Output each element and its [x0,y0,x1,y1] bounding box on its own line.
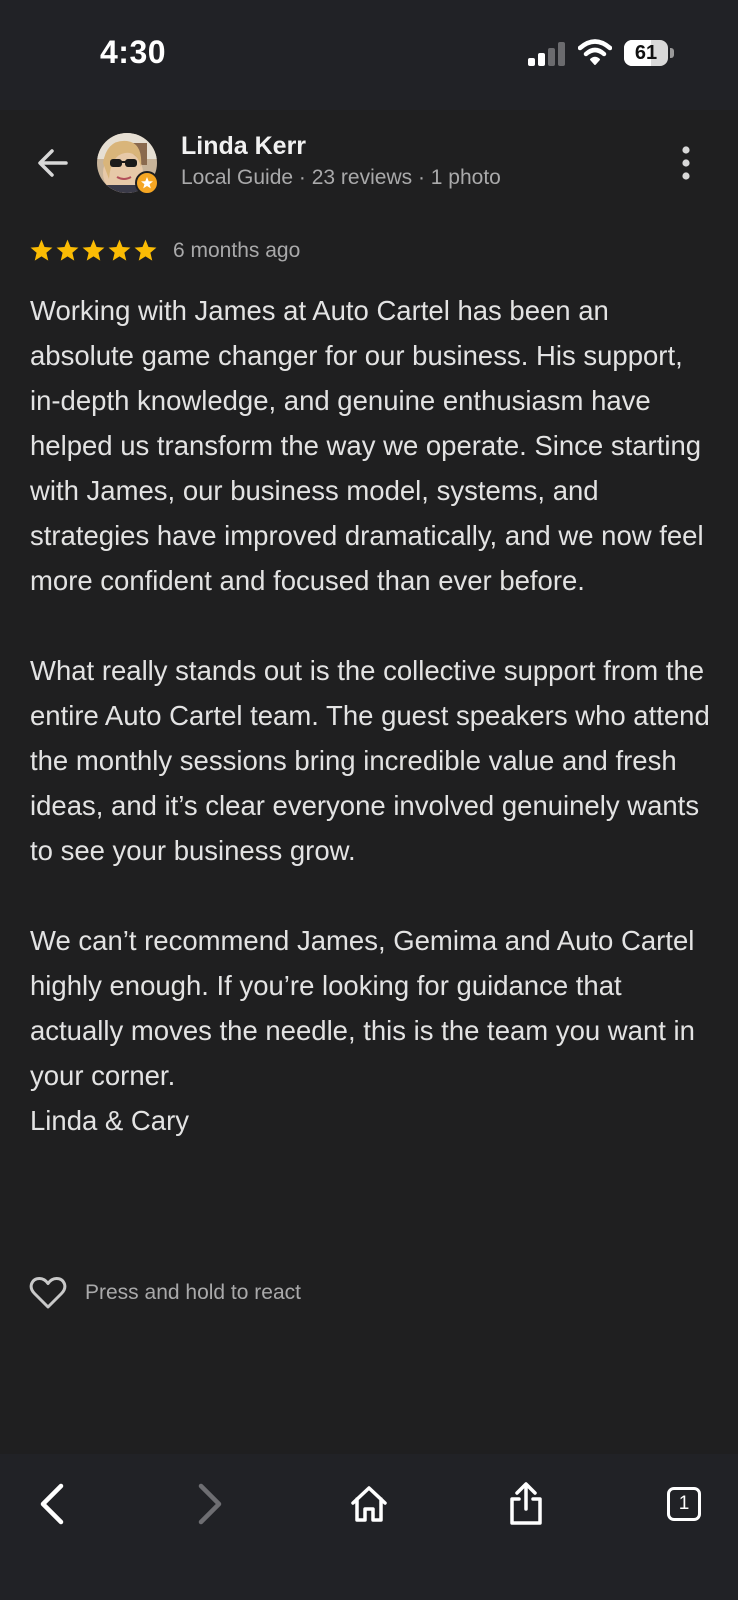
more-options-button[interactable] [666,140,706,186]
local-guide-badge-icon [135,171,159,195]
signal-bar [538,53,545,66]
signal-bar [558,42,565,66]
star-icon [82,239,105,261]
star-icon [134,239,157,261]
home-icon [351,1486,387,1522]
review-paragraph: What really stands out is the collective… [30,655,710,866]
home-button[interactable] [339,1474,399,1534]
wifi-icon [578,39,612,65]
star-icon [108,239,131,261]
tabs-button[interactable]: 1 [654,1474,714,1534]
tabs-icon: 1 [667,1487,701,1521]
more-vert-icon [682,146,690,180]
battery-icon: 61 [624,40,674,68]
review-signature: Linda & Cary [30,1105,189,1136]
browser-back-button[interactable] [22,1474,82,1534]
review-paragraph: Working with James at Auto Cartel has be… [30,295,704,596]
heart-outline-icon [29,1277,67,1309]
react-label: Press and hold to react [85,1281,301,1304]
chevron-right-icon [198,1483,222,1525]
review-paragraph: We can’t recommend James, Gemima and Aut… [30,925,695,1091]
tab-count: 1 [678,1493,690,1514]
star-icon [30,239,53,261]
signal-bar [548,48,555,66]
status-time: 4:30 [100,34,167,70]
avatar[interactable] [97,133,159,195]
star-icon [56,239,79,261]
signal-icon [528,42,565,66]
status-bar: 4:30 61 [0,0,738,110]
reviewer-name[interactable]: Linda Kerr [181,132,306,161]
review-date: 6 months ago [173,239,301,262]
back-button[interactable] [30,140,76,186]
react-button[interactable]: Press and hold to react [29,1276,301,1310]
chevron-left-icon [40,1483,64,1525]
browser-toolbar: 1 [0,1454,738,1600]
signal-bar [528,58,535,66]
browser-forward-button[interactable] [180,1474,240,1534]
review-text: Working with James at Auto Cartel has be… [30,288,714,1143]
share-button[interactable] [496,1474,556,1534]
star-rating [29,238,158,263]
reviewer-meta: Local Guide · 23 reviews · 1 photo [181,166,501,189]
arrow-left-icon [38,149,68,177]
share-icon [510,1482,542,1525]
battery-level: 61 [634,42,658,64]
